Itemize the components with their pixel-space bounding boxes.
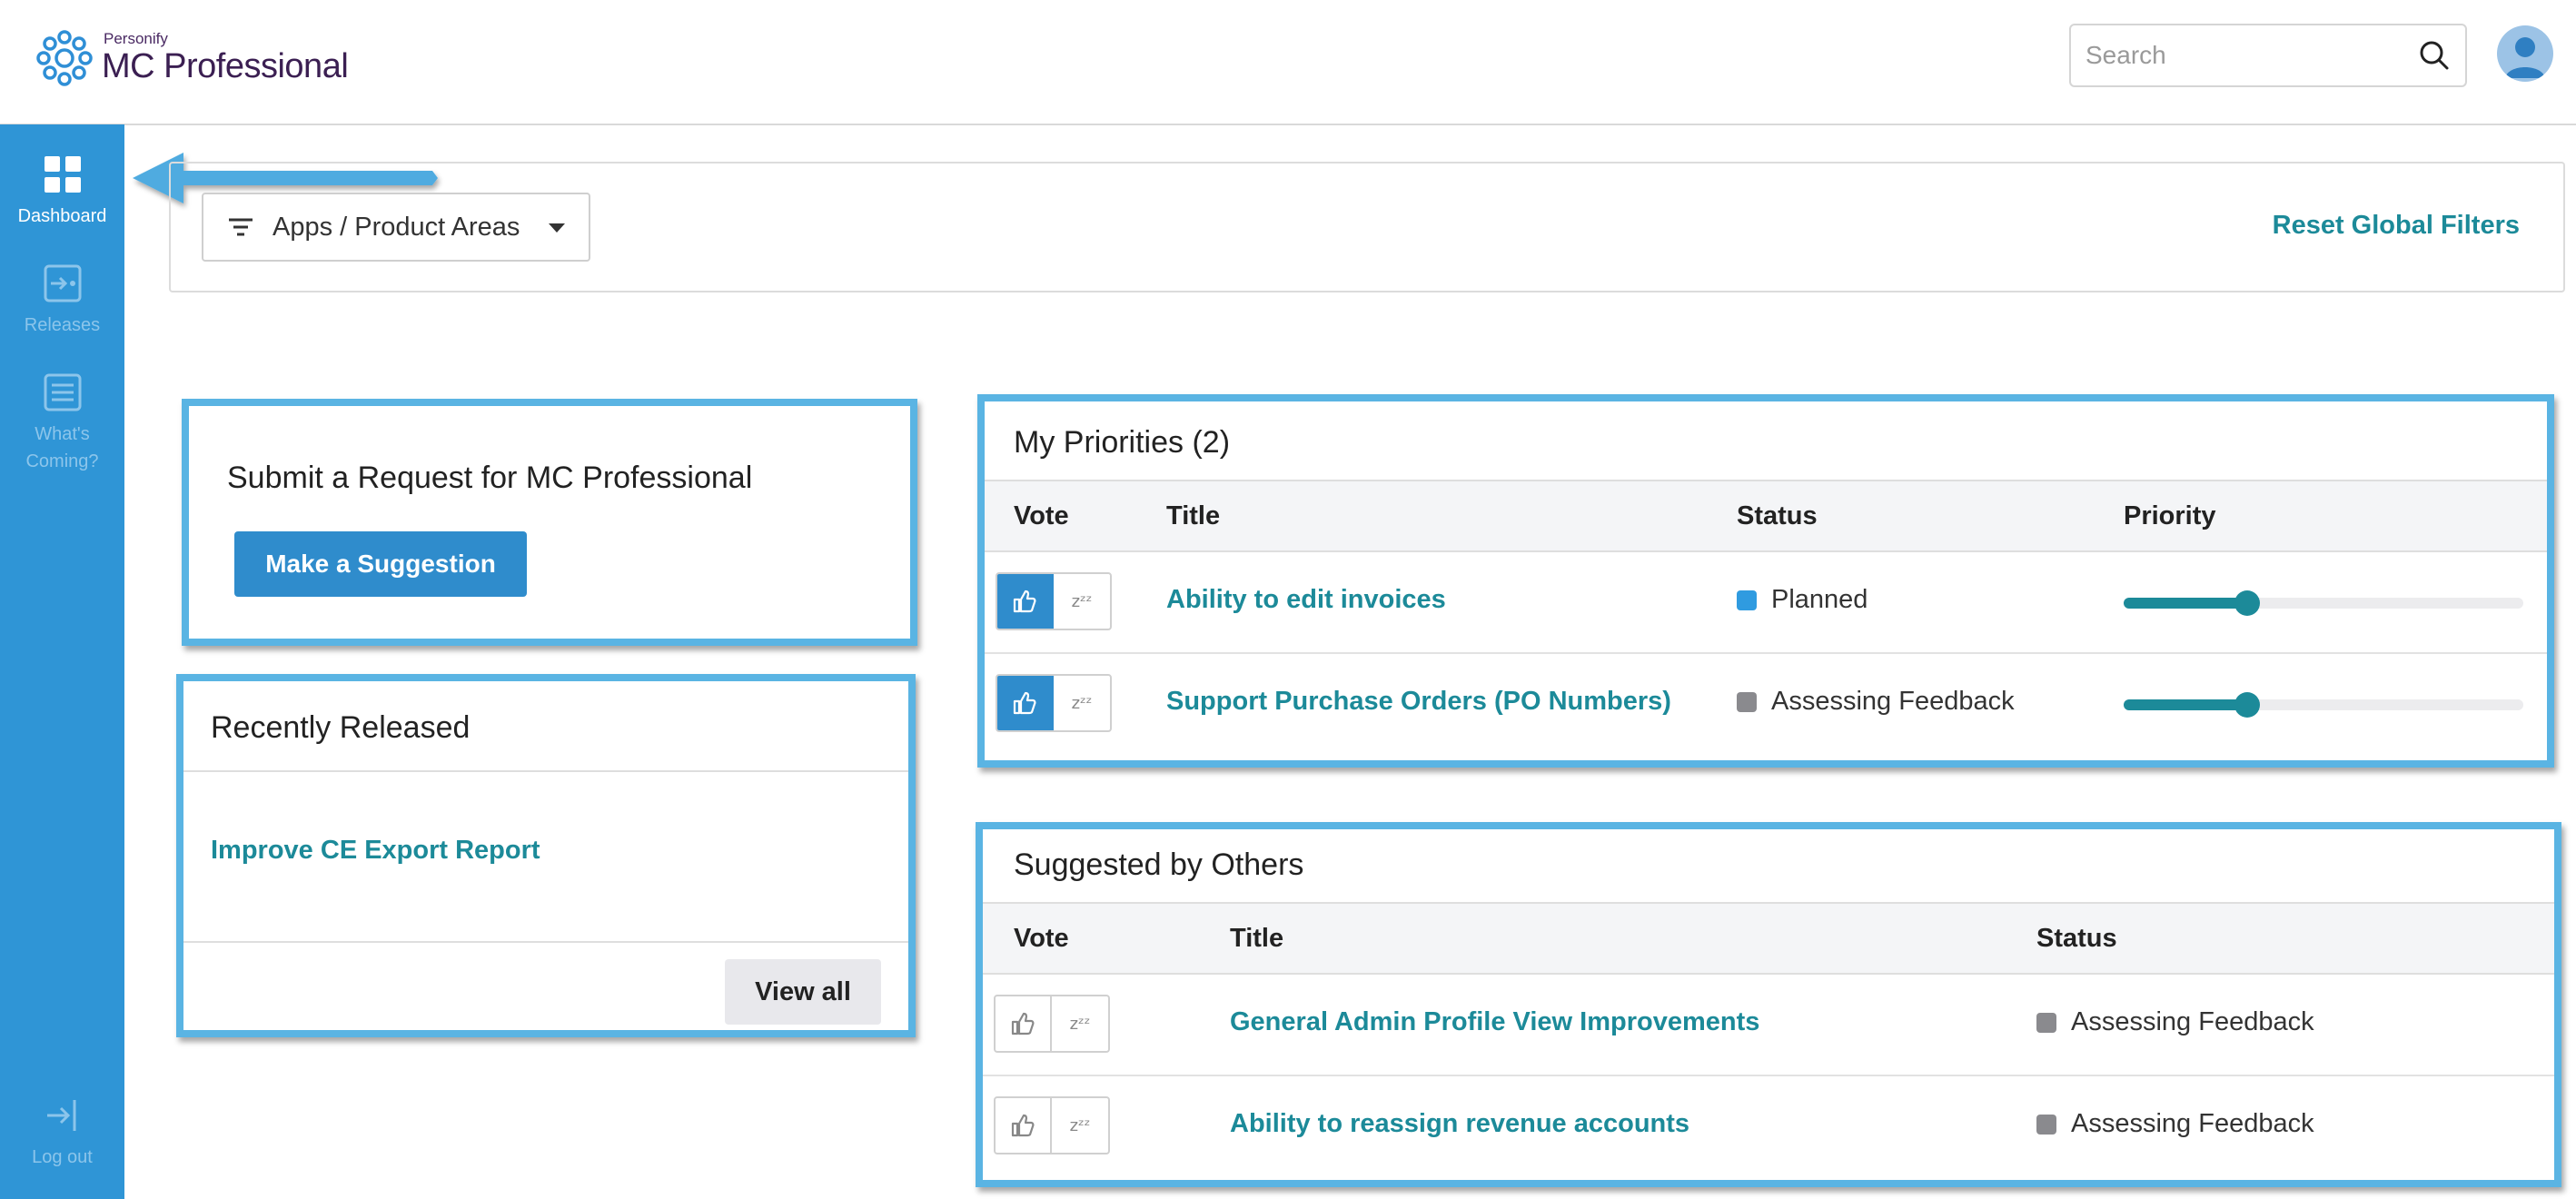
column-header-title: Title [1230, 924, 1284, 953]
priority-title-link[interactable]: Support Purchase Orders (PO Numbers) [1166, 687, 1671, 717]
make-suggestion-button[interactable]: Make a Suggestion [234, 531, 527, 597]
column-header-priority: Priority [2124, 501, 2216, 530]
flower-logo-icon [36, 30, 93, 86]
suggestion-title-link[interactable]: General Admin Profile View Improvements [1230, 1007, 1759, 1037]
suggested-by-others-card: Suggested by Others Vote Title Status zᶻ… [976, 822, 2561, 1187]
thumbs-up-icon [1013, 691, 1036, 715]
user-silhouette-icon [2505, 37, 2545, 78]
top-header: Personify MC Professional [0, 0, 2576, 125]
search-box[interactable] [2069, 24, 2467, 87]
suggestion-title-link[interactable]: Ability to reassign revenue accounts [1230, 1109, 1689, 1139]
table-row: zᶻᶻ General Admin Profile View Improveme… [983, 973, 2554, 1076]
dashboard-grid-icon [44, 156, 81, 193]
my-priorities-card: My Priorities (2) Vote Title Status Prio… [977, 394, 2554, 768]
priorities-table-header: Vote Title Status Priority [985, 480, 2547, 552]
status-text: Assessing Feedback [2071, 1109, 2314, 1138]
company-name: Personify [104, 30, 168, 47]
column-header-title: Title [1166, 501, 1221, 530]
released-item-link[interactable]: Improve CE Export Report [211, 836, 540, 866]
my-priorities-title: My Priorities (2) [1014, 425, 1231, 460]
snooze-button[interactable]: zᶻᶻ [1052, 996, 1108, 1051]
global-filter-bar: Apps / Product Areas Reset Global Filter… [169, 162, 2565, 292]
logout-label: Log out [32, 1147, 93, 1167]
reset-global-filters-link[interactable]: Reset Global Filters [2273, 211, 2520, 241]
snooze-button[interactable]: zᶻᶻ [1054, 676, 1110, 730]
column-header-vote: Vote [1014, 924, 1069, 953]
recently-released-card: Recently Released Improve CE Export Repo… [176, 674, 916, 1037]
status-dot [1737, 691, 1757, 712]
product-name: MC Professional [102, 47, 349, 85]
status-badge: Planned [1737, 585, 1868, 615]
recently-released-title: Recently Released [211, 710, 471, 745]
sidebar-logout[interactable]: Log out [0, 1095, 124, 1171]
slider-fill [2124, 699, 2248, 710]
status-badge: Assessing Feedback [2036, 1109, 2314, 1139]
vote-control: zᶻᶻ [996, 674, 1112, 732]
slider-fill [2124, 598, 2248, 609]
thumbs-up-icon [1011, 1114, 1035, 1137]
sidebar-item-label: What's Coming? [25, 424, 99, 471]
card-divider [183, 770, 908, 772]
upvote-button[interactable] [997, 574, 1054, 629]
status-text: Assessing Feedback [2071, 1007, 2314, 1036]
user-avatar[interactable] [2497, 25, 2553, 82]
upvote-button[interactable] [996, 996, 1052, 1051]
upvote-button[interactable] [996, 1098, 1052, 1153]
priority-slider[interactable] [2124, 590, 2523, 616]
brand-logo[interactable]: Personify MC Professional [35, 25, 349, 91]
table-row: zᶻᶻ Ability to edit invoices Planned [985, 550, 2547, 654]
status-badge: Assessing Feedback [1737, 687, 2015, 717]
apps-product-areas-dropdown[interactable]: Apps / Product Areas [202, 193, 590, 262]
filter-icon [229, 218, 253, 236]
suggested-by-others-title: Suggested by Others [1014, 847, 1304, 882]
priority-slider[interactable] [2124, 692, 2523, 718]
column-header-vote: Vote [1014, 501, 1069, 530]
search-input[interactable] [2071, 27, 2416, 84]
sidebar-item-whats-coming[interactable]: What's Coming? [0, 372, 124, 475]
status-dot [2036, 1114, 2056, 1135]
status-text: Planned [1771, 585, 1868, 614]
snooze-button[interactable]: zᶻᶻ [1052, 1098, 1108, 1153]
column-header-status: Status [1737, 501, 1818, 530]
sidebar-item-releases[interactable]: Releases [0, 263, 124, 339]
vote-control: zᶻᶻ [994, 995, 1110, 1053]
view-all-button[interactable]: View all [725, 959, 881, 1025]
vote-control: zᶻᶻ [994, 1096, 1110, 1154]
card-divider [183, 941, 908, 943]
caret-down-icon [549, 223, 565, 233]
snooze-button[interactable]: zᶻᶻ [1054, 574, 1110, 629]
others-table-header: Vote Title Status [983, 902, 2554, 975]
submit-request-card: Submit a Request for MC Professional Mak… [182, 399, 917, 646]
releases-icon [44, 264, 81, 302]
vote-control: zᶻᶻ [996, 572, 1112, 630]
priority-title-link[interactable]: Ability to edit invoices [1166, 585, 1446, 615]
sidebar-item-label: Releases [24, 315, 101, 335]
sidebar-item-label: Dashboard [17, 206, 107, 226]
status-dot [2036, 1012, 2056, 1033]
table-row: zᶻᶻ Ability to reassign revenue accounts… [983, 1075, 2554, 1176]
thumbs-up-icon [1013, 590, 1036, 613]
list-icon [44, 373, 81, 411]
search-icon[interactable] [2416, 37, 2452, 74]
thumbs-up-icon [1011, 1012, 1035, 1036]
upvote-button[interactable] [997, 676, 1054, 730]
sidebar: Dashboard Releases What's Coming? Log ou… [0, 124, 124, 1199]
table-row: zᶻᶻ Support Purchase Orders (PO Numbers)… [985, 652, 2547, 754]
sidebar-item-dashboard[interactable]: Dashboard [0, 154, 124, 230]
logout-icon [46, 1100, 75, 1131]
status-dot [1737, 590, 1757, 610]
apps-filter-label: Apps / Product Areas [272, 212, 520, 242]
status-text: Assessing Feedback [1771, 687, 2015, 716]
status-badge: Assessing Feedback [2036, 1007, 2314, 1037]
slider-thumb[interactable] [2234, 590, 2261, 616]
column-header-status: Status [2036, 924, 2117, 953]
slider-thumb[interactable] [2234, 692, 2261, 718]
submit-card-title: Submit a Request for MC Professional [227, 461, 753, 495]
